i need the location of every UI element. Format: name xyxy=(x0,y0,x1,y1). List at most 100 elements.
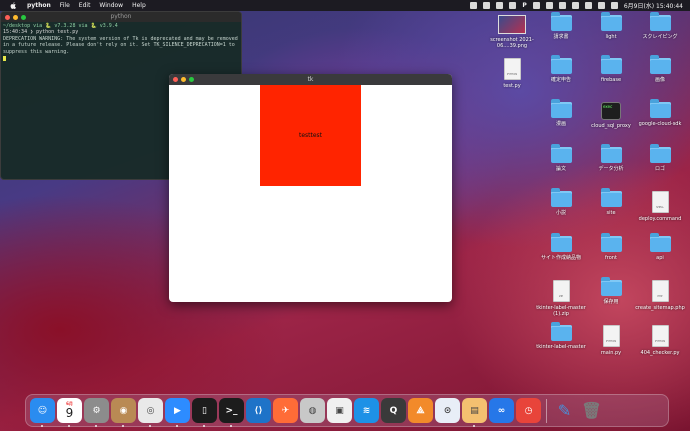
apple-icon[interactable] xyxy=(9,1,17,10)
file-type-tag: PYTHON xyxy=(506,73,518,76)
minimize-icon[interactable] xyxy=(13,15,18,20)
desktop-item-label: 画像 xyxy=(654,77,665,83)
folder-icon xyxy=(550,188,572,207)
menu-help[interactable]: Help xyxy=(132,2,146,9)
folder-icon xyxy=(550,12,572,31)
file-type-tag: PHP xyxy=(657,295,663,298)
status-app-icon[interactable] xyxy=(470,2,478,9)
desktop-item[interactable]: 確定申告 xyxy=(536,55,586,83)
status-app-icon[interactable] xyxy=(509,2,517,9)
folder-icon xyxy=(600,277,622,296)
minimize-icon[interactable] xyxy=(181,77,186,82)
desktop-item[interactable]: ZIP tkinter-label-master (1).zip xyxy=(536,280,586,317)
tk-titlebar[interactable]: tk xyxy=(169,74,452,85)
file-icon: PYTHON xyxy=(602,325,620,347)
docker-toolbox-icon[interactable]: ▣ xyxy=(327,398,352,423)
system-preferences-icon[interactable]: ⚙ xyxy=(84,398,109,427)
desktop-item[interactable]: exec cloud_sql_proxy xyxy=(586,102,636,129)
file-type-tag: PYTHON xyxy=(654,340,666,343)
terminal-b-icon[interactable]: >_ xyxy=(219,398,244,427)
desktop-item-label: main.py xyxy=(600,350,622,356)
running-indicator xyxy=(230,425,232,427)
desktop-item[interactable]: PYTHON 404_checker.py xyxy=(635,325,685,356)
control-center-icon[interactable] xyxy=(597,2,605,9)
desktop-item-label: tkinter-label-master xyxy=(536,344,586,350)
dock-separator xyxy=(546,398,547,423)
trash-icon[interactable]: 🗑 xyxy=(579,398,604,423)
contacts-icon[interactable]: ◉ xyxy=(111,398,136,427)
status-app-icon[interactable] xyxy=(545,2,553,9)
zoom-icon[interactable] xyxy=(21,15,26,20)
feather-icon[interactable]: ✎ xyxy=(552,398,577,423)
running-indicator xyxy=(122,425,124,427)
desktop-item[interactable]: 漫画 xyxy=(536,99,586,127)
app-store-like-icon[interactable]: ⊙ xyxy=(435,398,460,423)
menu-window[interactable]: Window xyxy=(99,2,123,9)
status-app-icon[interactable] xyxy=(532,2,540,9)
desktop-item[interactable]: api xyxy=(635,233,685,261)
desktop-item[interactable]: 画像 xyxy=(635,55,685,83)
desktop-item[interactable]: site xyxy=(586,188,636,216)
close-icon[interactable] xyxy=(173,77,178,82)
desktop-item[interactable]: google-cloud-sdk xyxy=(635,99,685,127)
tk-window[interactable]: tk testtest xyxy=(169,74,452,302)
desktop-item[interactable]: PHP create_sitemap.php xyxy=(635,280,685,311)
sourcetree-icon[interactable]: ⟁ xyxy=(408,398,433,423)
desktop-item-label: create_sitemap.php xyxy=(635,305,685,311)
file-icon: SHELL xyxy=(651,191,669,213)
close-icon[interactable] xyxy=(5,15,10,20)
desktop-item[interactable]: ロゴ xyxy=(635,144,685,172)
clock-icon[interactable]: ◷ xyxy=(516,398,541,423)
image-file-icon xyxy=(498,15,526,34)
menu-edit[interactable]: Edit xyxy=(79,2,91,9)
vscode-icon[interactable]: ⟨⟩ xyxy=(246,398,271,423)
terminal-content[interactable]: ~/desktop via 🐍 v7.3.28 via 🐍 v3.9.4 15:… xyxy=(1,22,241,64)
menu-file[interactable]: File xyxy=(60,2,70,9)
desktop-item[interactable]: データ分析 xyxy=(586,144,636,172)
desktop-item[interactable]: tkinter-label-master xyxy=(536,322,586,350)
preview-icon[interactable]: ▤ xyxy=(462,398,487,427)
chrome-icon[interactable]: ◎ xyxy=(138,398,163,427)
desktop-item[interactable]: スクレイピング xyxy=(635,12,685,40)
calendar-icon[interactable]: 6月 9 xyxy=(57,398,82,427)
search-icon[interactable] xyxy=(584,2,592,9)
status-area: P 6月9日(水) 15:40:44 xyxy=(470,0,683,11)
status-app-icon[interactable] xyxy=(483,2,491,9)
tk-label-text: testtest xyxy=(298,132,323,139)
desktop-item[interactable]: 保存用 xyxy=(586,277,636,305)
docker-icon[interactable]: ≋ xyxy=(354,398,379,423)
status-app-icon[interactable] xyxy=(496,2,504,9)
desktop-item[interactable]: PYTHON main.py xyxy=(586,325,636,356)
desktop-item[interactable]: 請求書 xyxy=(536,12,586,40)
desktop-item[interactable]: 論文 xyxy=(536,144,586,172)
quicktime-icon[interactable]: Q xyxy=(381,398,406,423)
desktop-item[interactable]: PYTHON test.py xyxy=(487,58,537,89)
desktop-item-label: google-cloud-sdk xyxy=(638,121,682,127)
wifi-icon[interactable] xyxy=(571,2,579,9)
terminal-a-icon[interactable]: ▯ xyxy=(192,398,217,427)
desktop-item-label: 漫画 xyxy=(555,121,566,127)
desktop-item[interactable]: front xyxy=(586,233,636,261)
desktop-item[interactable]: 小説 xyxy=(536,188,586,216)
menu-app-name[interactable]: python xyxy=(27,2,51,9)
zoom-icon[interactable]: ▶ xyxy=(165,398,190,427)
siri-icon[interactable] xyxy=(610,2,618,9)
desktop-item[interactable]: screenshot 2021-06....39.png xyxy=(487,15,537,49)
running-indicator xyxy=(176,425,178,427)
sequel-icon[interactable]: ◍ xyxy=(300,398,325,423)
status-app-icon[interactable] xyxy=(558,2,566,9)
file-type-tag: PYTHON xyxy=(605,340,617,343)
menu-clock[interactable]: 6月9日(水) 15:40:44 xyxy=(624,1,683,10)
status-p-icon[interactable]: P xyxy=(522,2,526,9)
infinity-icon[interactable]: ∞ xyxy=(489,398,514,423)
desktop-item[interactable]: light xyxy=(586,12,636,40)
finder-icon[interactable]: ☺ xyxy=(30,398,55,427)
zoom-icon[interactable] xyxy=(189,77,194,82)
desktop-item[interactable]: サイト作成納品物 xyxy=(536,233,586,261)
desktop-item-label: deploy.command xyxy=(638,216,682,222)
terminal-cursor xyxy=(3,56,6,62)
terminal-titlebar[interactable]: python xyxy=(1,12,241,22)
desktop-item[interactable]: SHELL deploy.command xyxy=(635,191,685,222)
postman-icon[interactable]: ✈ xyxy=(273,398,298,423)
desktop-item[interactable]: firebase xyxy=(586,55,636,83)
